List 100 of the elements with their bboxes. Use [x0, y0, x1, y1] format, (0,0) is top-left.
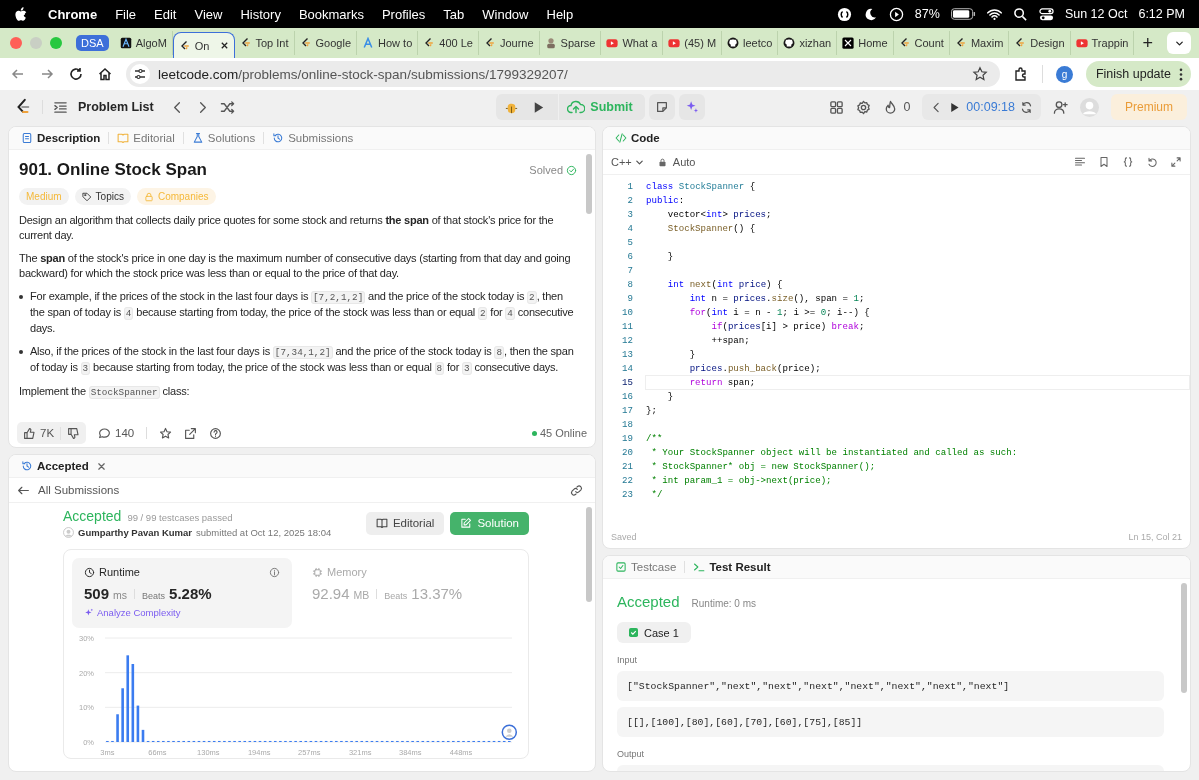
code-line[interactable]: if(prices[i] > price) break;	[645, 318, 1190, 334]
menu-item[interactable]: Tab	[434, 6, 474, 22]
panel-tab[interactable]: Editorial	[113, 132, 179, 144]
search-icon[interactable]	[1012, 6, 1028, 22]
close-icon[interactable]	[219, 41, 229, 50]
menu-item[interactable]: Window	[473, 6, 538, 22]
code-line[interactable]: int n = prices.size(), span = 1;	[645, 290, 1190, 306]
browser-tab[interactable]: leetco	[722, 31, 779, 55]
expand-icon[interactable]	[1170, 156, 1182, 168]
menu-item[interactable]: Profiles	[372, 6, 435, 22]
browser-tab[interactable]: Journe	[478, 31, 540, 55]
add-user-icon[interactable]	[1053, 99, 1068, 115]
all-submissions-link[interactable]: All Submissions	[38, 484, 120, 496]
share-icon[interactable]	[184, 426, 198, 440]
tab-search-button[interactable]	[1167, 32, 1191, 54]
code-line[interactable]: * StockSpanner* obj = new StockSpanner();	[645, 458, 1190, 474]
code-line[interactable]: ++span;	[645, 332, 1190, 348]
browser-tab[interactable]: (45) M	[663, 31, 723, 55]
info-icon[interactable]	[269, 566, 280, 578]
bookmark-star-icon[interactable]	[971, 66, 988, 82]
menu-item[interactable]: History	[231, 6, 290, 22]
panel-tab[interactable]: Testcase	[611, 561, 681, 573]
code-line[interactable]: * Your StockSpanner object will be instantiated and called as such:	[645, 444, 1190, 460]
tab-group-chip[interactable]: DSA	[76, 35, 109, 51]
menu-item[interactable]: Help	[537, 6, 583, 22]
code-line[interactable]: }	[645, 346, 1190, 362]
music-recognition-icon[interactable]	[836, 6, 852, 22]
close-window-button[interactable]	[10, 37, 22, 49]
code-line[interactable]: * int param_1 = obj->next(price);	[645, 472, 1190, 488]
code-line[interactable]: vector<int> prices;	[645, 206, 1190, 222]
shuffle-icon[interactable]	[219, 99, 235, 115]
home-icon[interactable]	[97, 66, 113, 82]
menu-item[interactable]: View	[185, 6, 232, 22]
address-bar[interactable]: leetcode.com/problems/online-stock-span/submissions/1799329207/	[126, 61, 1000, 87]
browser-tab[interactable]: What a	[601, 31, 664, 55]
extensions-icon[interactable]	[1012, 66, 1029, 82]
browser-tab[interactable]: Sparse	[539, 31, 602, 55]
wifi-icon[interactable]	[986, 6, 1002, 22]
profile-avatar[interactable]: g	[1055, 65, 1073, 83]
browser-tab[interactable]: 400 Le	[418, 31, 479, 55]
chart-bar[interactable]	[136, 705, 140, 742]
stat-tile[interactable]: Runtime 509 ms Beats 5.28% Analyze Complexity	[72, 558, 292, 628]
code-line[interactable]: }	[645, 388, 1190, 404]
code-line[interactable]: public:	[645, 192, 1190, 208]
play-icon[interactable]	[888, 6, 904, 22]
format-icon[interactable]	[1074, 156, 1086, 168]
menu-item[interactable]: File	[106, 6, 146, 22]
tag-chip[interactable]: Topics	[74, 188, 131, 205]
battery-icon[interactable]	[950, 8, 976, 20]
panel-tab[interactable]: Accepted	[17, 460, 93, 472]
browser-tab[interactable]: Maxim	[949, 31, 1010, 55]
comments-button[interactable]: 140	[98, 426, 135, 440]
language-dropdown[interactable]: C++	[611, 156, 644, 168]
code-line[interactable]: StockSpanner() {	[645, 220, 1190, 236]
code-line[interactable]: */	[645, 486, 1190, 502]
link-icon[interactable]	[570, 483, 583, 497]
braces-icon[interactable]	[1122, 156, 1134, 168]
play-icon[interactable]	[948, 100, 962, 114]
panel-tab[interactable]: Code	[611, 132, 664, 144]
browser-tab[interactable]: How to	[357, 31, 419, 55]
panel-tab[interactable]: Test Result	[689, 561, 775, 573]
undo-icon[interactable]	[1146, 156, 1158, 168]
browser-tab[interactable]: Google	[294, 31, 357, 55]
settings-icon[interactable]	[856, 99, 872, 115]
browser-tab[interactable]: On	[172, 31, 235, 59]
apple-icon[interactable]	[14, 6, 27, 22]
code-line[interactable]: class StockSpanner {	[645, 178, 1190, 194]
browser-tab[interactable]: Home	[837, 31, 894, 55]
chart-bar[interactable]	[126, 655, 130, 742]
browser-tab[interactable]: Count	[893, 31, 950, 55]
menu-item[interactable]: Edit	[145, 6, 186, 22]
analyze-complexity-link[interactable]: Analyze Complexity	[84, 607, 181, 618]
action-button[interactable]: Editorial	[365, 511, 445, 535]
panel-tab[interactable]: Solutions	[187, 132, 260, 144]
code-line[interactable]: /**	[645, 430, 1190, 446]
menu-item[interactable]: Bookmarks	[289, 6, 373, 22]
list-icon[interactable]	[53, 99, 68, 115]
control-center-icon[interactable]	[1038, 6, 1054, 22]
browser-tab[interactable]: Top Int	[234, 31, 295, 55]
code-line[interactable]: prices.push_back(price);	[645, 360, 1190, 376]
code-line[interactable]: };	[645, 402, 1190, 418]
site-settings-icon[interactable]	[130, 64, 150, 84]
problem-list-link[interactable]: Problem List	[78, 100, 154, 114]
code-line[interactable]: for(int i = n - 1; i >= 0; i--) {	[645, 304, 1190, 320]
layout-icon[interactable]	[829, 99, 845, 115]
browser-tab[interactable]: AlgoM	[114, 31, 173, 55]
reload-icon[interactable]	[68, 66, 84, 82]
code-line[interactable]: int next(int price) {	[645, 276, 1190, 292]
browser-tab[interactable]: xizhan	[778, 31, 838, 55]
finish-update-button[interactable]: Finish update	[1085, 61, 1191, 87]
reset-icon[interactable]	[1020, 100, 1033, 114]
new-tab-button[interactable]: +	[1134, 32, 1161, 54]
panel-tab[interactable]: Description	[17, 132, 105, 144]
panel-tab[interactable]: Submissions	[268, 132, 358, 144]
help-icon[interactable]	[209, 426, 223, 440]
browser-tab[interactable]: Trappin	[1070, 31, 1135, 55]
case-tab[interactable]: Case 1	[617, 622, 691, 643]
your-submission-marker-icon[interactable]	[501, 724, 518, 741]
ai-sparkle-button[interactable]	[678, 94, 705, 120]
chart-bar[interactable]	[131, 664, 135, 742]
